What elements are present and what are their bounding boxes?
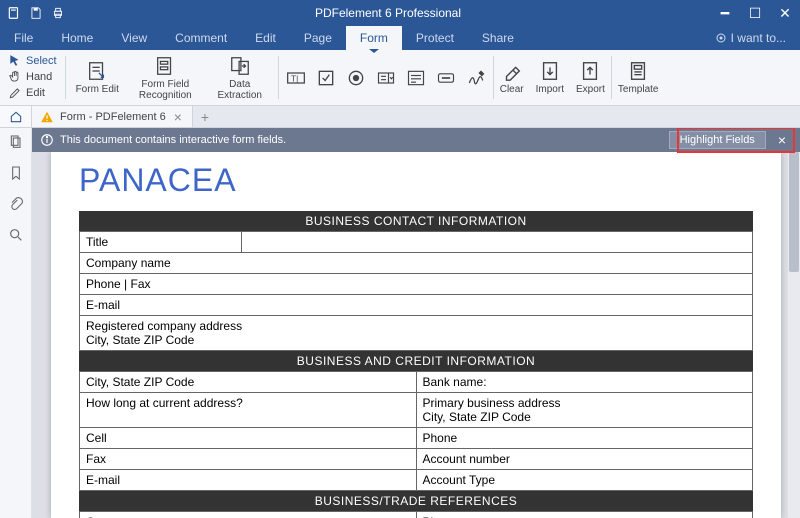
button-field-icon[interactable]	[435, 67, 457, 89]
section-header-2: BUSINESS AND CREDIT INFORMATION	[79, 351, 753, 371]
clear-button[interactable]: Clear	[494, 50, 530, 105]
title-bar: PDFelement 6 Professional ━ ☐ ✕	[0, 0, 800, 26]
template-button[interactable]: Template	[612, 50, 665, 105]
document-tab-label: Form - PDFelement 6	[60, 111, 166, 123]
export-button[interactable]: Export	[570, 50, 611, 105]
field-label[interactable]: Phone	[416, 428, 753, 449]
form-edit-button[interactable]: Form Edit	[66, 50, 129, 105]
document-logo: PANACEA	[79, 162, 753, 199]
form-recognition-button[interactable]: Form Field Recognition	[129, 50, 202, 105]
save-icon[interactable]	[28, 5, 44, 21]
import-button[interactable]: Import	[530, 50, 570, 105]
edit-tool[interactable]: Edit	[8, 86, 57, 100]
home-tab-button[interactable]	[0, 106, 32, 127]
hand-tool[interactable]: Hand	[8, 70, 57, 84]
warning-icon	[40, 110, 54, 124]
menu-edit[interactable]: Edit	[241, 26, 290, 50]
app-title: PDFelement 6 Professional	[66, 6, 710, 20]
field-label[interactable]: City, State ZIP Code	[80, 372, 417, 393]
field-label[interactable]: Phone | Fax	[80, 274, 753, 295]
dropdown-field-icon[interactable]	[375, 67, 397, 89]
info-message: This document contains interactive form …	[60, 134, 663, 146]
field-label[interactable]: E-mail	[80, 295, 753, 316]
field-label[interactable]: Bank name:	[416, 372, 753, 393]
section-1-table: Title Company name Phone | Fax E-mail Re…	[79, 231, 753, 351]
listbox-field-icon[interactable]	[405, 67, 427, 89]
info-bar: This document contains interactive form …	[32, 128, 800, 152]
print-icon[interactable]	[50, 5, 66, 21]
field-label[interactable]: Primary business addressCity, State ZIP …	[416, 393, 753, 428]
attachments-icon[interactable]	[8, 196, 24, 215]
pdf-page: PANACEA BUSINESS CONTACT INFORMATION Tit…	[51, 152, 781, 518]
maximize-button[interactable]: ☐	[740, 0, 770, 26]
document-area: This document contains interactive form …	[32, 128, 800, 518]
menu-share[interactable]: Share	[468, 26, 528, 50]
section-2-table: City, State ZIP CodeBank name: How long …	[79, 371, 753, 491]
thumbnails-icon[interactable]	[8, 134, 24, 153]
ribbon: Select Hand Edit Form Edit Form Field Re…	[0, 50, 800, 106]
field-label[interactable]: Registered company addressCity, State ZI…	[80, 316, 753, 351]
tab-strip: Form - PDFelement 6 × +	[0, 106, 800, 128]
i-want-to-label: I want to...	[731, 31, 786, 45]
menu-view[interactable]: View	[107, 26, 161, 50]
ribbon-cursor-tools: Select Hand Edit	[0, 50, 65, 105]
bookmarks-icon[interactable]	[8, 165, 24, 184]
field-input[interactable]	[241, 232, 752, 253]
vertical-scrollbar[interactable]	[788, 152, 800, 518]
left-sidebar	[0, 128, 32, 518]
menu-bar: File Home View Comment Edit Page Form Pr…	[0, 26, 800, 50]
info-icon	[40, 133, 54, 147]
menu-file[interactable]: File	[0, 26, 47, 50]
app-icon	[6, 5, 22, 21]
document-tab[interactable]: Form - PDFelement 6 ×	[32, 106, 193, 127]
section-header-3: BUSINESS/TRADE REFERENCES	[79, 491, 753, 511]
section-3-table: Company namePhone AddressFax City, State…	[79, 511, 753, 518]
field-label[interactable]: Account Type	[416, 470, 753, 491]
field-label[interactable]: Phone	[416, 512, 753, 518]
field-label[interactable]: Company name	[80, 253, 753, 274]
radio-field-icon[interactable]	[345, 67, 367, 89]
i-want-to[interactable]: I want to...	[701, 26, 800, 50]
field-label[interactable]: Company name	[80, 512, 417, 518]
data-extraction-button[interactable]: Data Extraction	[202, 50, 278, 105]
menu-comment[interactable]: Comment	[161, 26, 241, 50]
scrollbar-thumb[interactable]	[789, 152, 799, 272]
field-label[interactable]: Fax	[80, 449, 417, 470]
highlight-fields-button[interactable]: Highlight Fields	[669, 131, 766, 149]
minimize-button[interactable]: ━	[710, 0, 740, 26]
menu-page[interactable]: Page	[290, 26, 346, 50]
checkbox-field-icon[interactable]	[315, 67, 337, 89]
tab-close-icon[interactable]: ×	[172, 109, 184, 125]
form-field-types: T|	[279, 50, 493, 105]
menu-home[interactable]: Home	[47, 26, 107, 50]
menu-form[interactable]: Form	[346, 26, 402, 50]
info-close-button[interactable]: ×	[772, 132, 792, 148]
search-icon[interactable]	[8, 227, 24, 246]
field-label: Title	[80, 232, 242, 253]
menu-protect[interactable]: Protect	[402, 26, 468, 50]
field-label[interactable]: Cell	[80, 428, 417, 449]
field-label[interactable]: How long at current address?	[80, 393, 417, 428]
text-field-icon[interactable]: T|	[285, 67, 307, 89]
field-label[interactable]: E-mail	[80, 470, 417, 491]
section-header-1: BUSINESS CONTACT INFORMATION	[79, 211, 753, 231]
new-tab-button[interactable]: +	[193, 106, 217, 127]
signature-field-icon[interactable]	[465, 67, 487, 89]
close-button[interactable]: ✕	[770, 0, 800, 26]
svg-text:T|: T|	[291, 73, 298, 83]
select-tool[interactable]: Select	[8, 54, 57, 68]
field-label[interactable]: Account number	[416, 449, 753, 470]
